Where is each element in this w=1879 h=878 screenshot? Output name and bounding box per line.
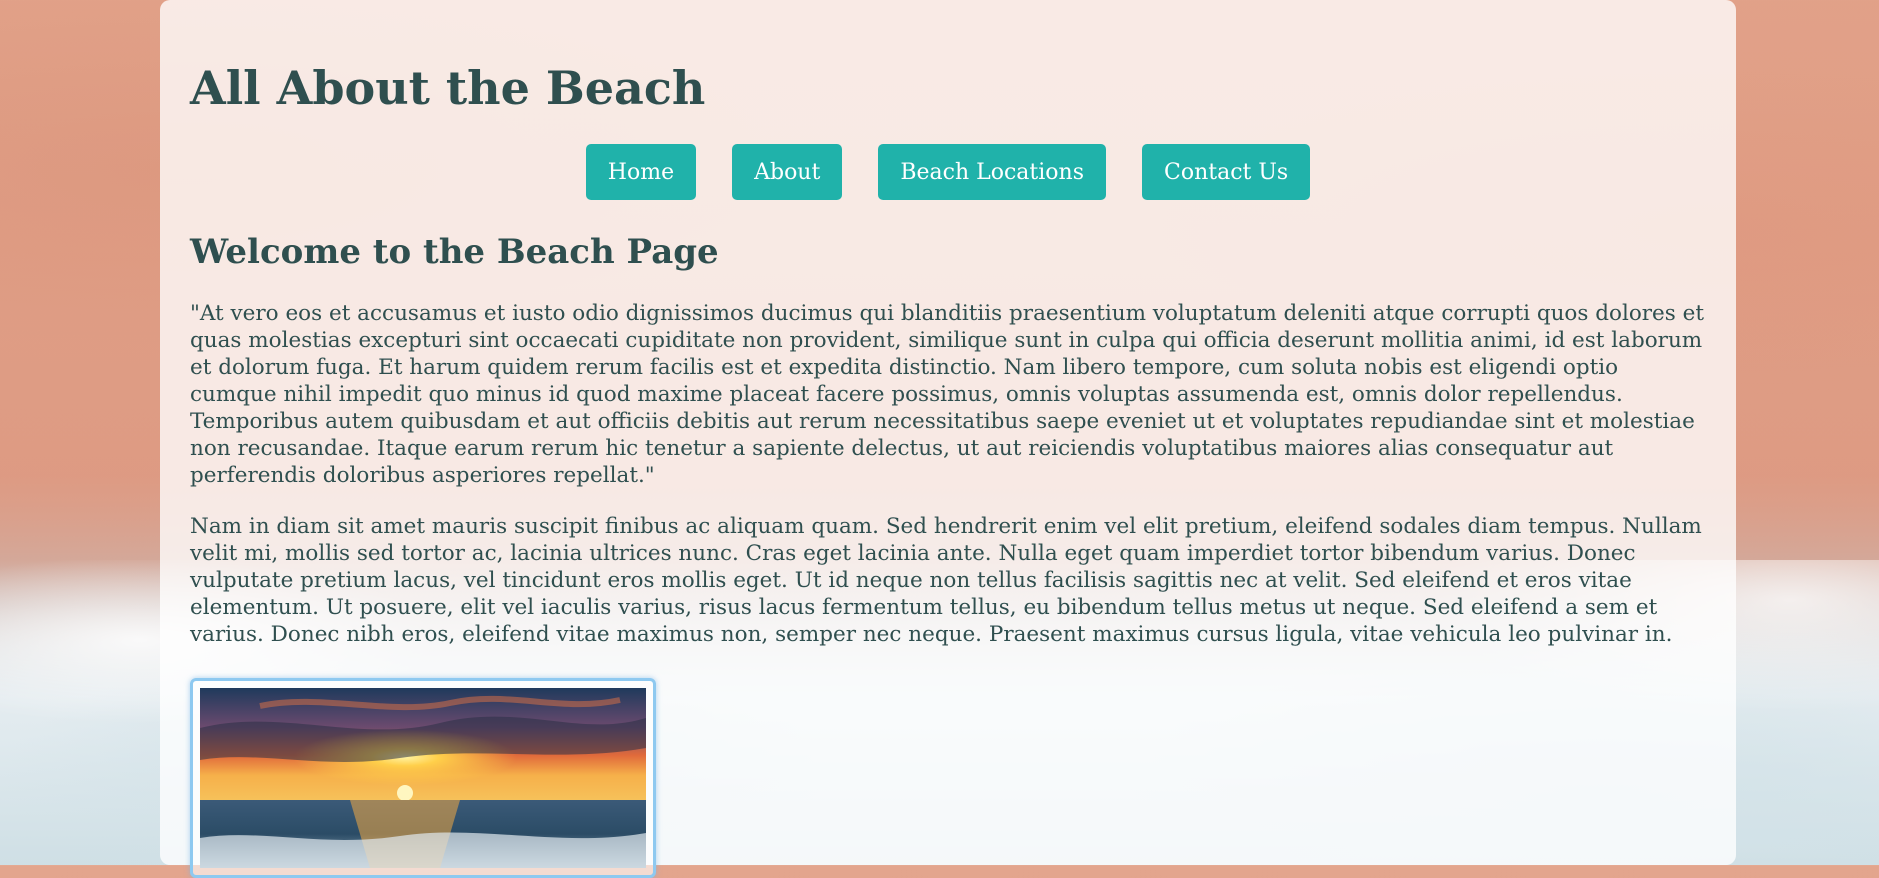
nav-beach-locations-button[interactable]: Beach Locations (878, 144, 1106, 200)
page-heading: Welcome to the Beach Page (190, 232, 719, 272)
page-container: All About the Beach Home About Beach Loc… (160, 0, 1736, 878)
beach-sunset-image (200, 688, 646, 868)
intro-paragraph: "At vero eos et accusamus et iusto odio … (190, 301, 1705, 488)
body-paragraph: Nam in diam sit amet mauris suscipit fin… (190, 514, 1702, 647)
beach-image-frame (190, 678, 656, 878)
nav-home-button[interactable]: Home (585, 144, 697, 200)
nav-about-button[interactable]: About (732, 144, 843, 200)
site-title: All About the Beach (190, 61, 706, 115)
nav-contact-us-button[interactable]: Contact Us (1142, 144, 1311, 200)
main-nav: Home About Beach Locations Contact Us (190, 144, 1706, 200)
